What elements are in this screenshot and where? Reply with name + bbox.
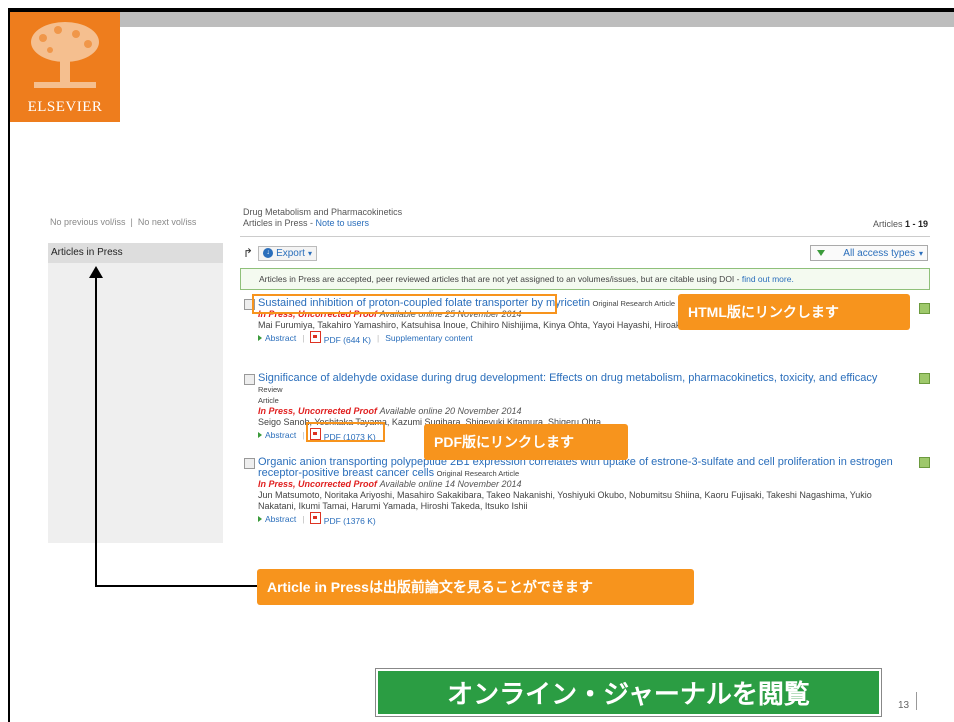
access-label: All access types [843, 247, 915, 259]
pin-icon[interactable]: ↱ [243, 246, 253, 260]
article-type-cont: Article [258, 396, 279, 405]
article-links: Abstract | PDF (644 K) | Supplementary c… [258, 331, 744, 346]
section-label: Articles in Press - [243, 218, 316, 228]
html-callout: HTML版にリンクします [678, 294, 910, 330]
supplementary-link[interactable]: Supplementary content [385, 333, 472, 344]
separator: | [377, 333, 380, 343]
nav-separator: | [130, 217, 133, 227]
export-toolbar: ↱ ↓ Export ▾ [243, 245, 317, 261]
pdf-link[interactable]: PDF (644 K) [310, 331, 371, 346]
article-authors: Jun Matsumoto, Noritaka Ariyoshi, Masahi… [258, 490, 872, 500]
article-item: Organic anion transporting polypeptide 2… [244, 457, 904, 527]
export-label: Export [276, 247, 305, 259]
separator: | [302, 333, 305, 343]
page-number: 13 [898, 700, 910, 711]
arrow-line [95, 276, 97, 587]
volume-nav: No previous vol/iss | No next vol/iss [50, 217, 196, 227]
prev-vol-link[interactable]: No previous vol/iss [50, 217, 126, 227]
abstract-label: Abstract [265, 430, 297, 440]
count-prefix: Articles [872, 219, 905, 229]
chevron-down-icon: ▾ [307, 248, 312, 258]
html-link-highlight [252, 294, 557, 314]
in-press-label: In Press, Uncorrected Proof [258, 406, 378, 416]
count-range: 1 - 19 [904, 219, 928, 229]
page-divider [916, 692, 917, 710]
article-in-press-callout: Article in Pressは出版前論文を見ることができます [257, 569, 694, 605]
articles-in-press-notice: Articles in Press are accepted, peer rev… [240, 268, 930, 290]
journal-header: Drug Metabolism and Pharmacokinetics Art… [243, 207, 402, 229]
document-icon[interactable] [919, 373, 930, 384]
find-out-more-link[interactable]: find out more. [742, 274, 794, 284]
abstract-link[interactable]: Abstract [258, 514, 296, 525]
pdf-link-highlight [306, 422, 385, 442]
article-title-link-cont[interactable]: receptor-positive breast cancer cells [258, 467, 434, 479]
article-checkbox[interactable] [244, 458, 255, 469]
notice-text: Articles in Press are accepted, peer rev… [259, 274, 742, 284]
divider [240, 236, 930, 237]
abstract-link[interactable]: Abstract [258, 333, 296, 344]
expand-icon [258, 516, 262, 522]
filter-icon [817, 250, 825, 256]
document-icon[interactable] [919, 303, 930, 314]
article-type: Original Research Article [436, 469, 520, 478]
article-authors-cont: Nakatani, Ikumi Tamai, Harumi Yamada, Hi… [258, 501, 528, 511]
sidebar-item-label: Articles in Press [51, 247, 123, 258]
export-button[interactable]: ↓ Export ▾ [258, 245, 317, 261]
pdf-callout: PDF版にリンクします [424, 424, 628, 460]
journal-name: Drug Metabolism and Pharmacokinetics [243, 207, 403, 217]
slide-title: オンライン・ジャーナルを閲覧 [375, 668, 882, 717]
separator: | [302, 514, 305, 524]
next-vol-link[interactable]: No next vol/iss [138, 217, 197, 227]
chevron-down-icon: ▾ [918, 248, 923, 258]
document-icon[interactable] [919, 457, 930, 468]
pdf-icon [310, 331, 322, 343]
pdf-link[interactable]: PDF (1376 K) [310, 512, 376, 527]
separator: | [302, 430, 305, 440]
abstract-label: Abstract [265, 333, 297, 343]
sidebar-item-articles-in-press[interactable]: Articles in Press [48, 243, 223, 263]
elsevier-logo: ELSEVIER [10, 12, 120, 122]
article-type: Review [258, 385, 283, 394]
article-title-link[interactable]: Significance of aldehyde oxidase during … [258, 372, 877, 384]
note-to-users-link[interactable]: Note to users [316, 218, 370, 228]
expand-icon [258, 432, 262, 438]
abstract-label: Abstract [265, 514, 297, 524]
pdf-label: PDF (644 K) [323, 335, 372, 345]
access-type-filter[interactable]: All access types ▾ [810, 245, 928, 261]
export-icon: ↓ [263, 248, 274, 258]
logo-text: ELSEVIER [27, 99, 103, 115]
article-checkbox[interactable] [244, 374, 255, 385]
arrow-line [95, 585, 257, 587]
available-date: Available online 14 November 2014 [379, 479, 522, 489]
article-links: Abstract | PDF (1376 K) [258, 512, 904, 527]
expand-icon [258, 335, 262, 341]
pdf-label: PDF (1376 K) [323, 516, 376, 526]
abstract-link[interactable]: Abstract [258, 430, 296, 441]
sidebar [48, 243, 223, 543]
pdf-icon [310, 512, 322, 524]
in-press-label: In Press, Uncorrected Proof [258, 479, 378, 489]
article-type: Original Research Article [592, 299, 676, 308]
articles-count: Articles 1 - 19 [873, 219, 928, 229]
article-authors: Mai Furumiya, Takahiro Yamashiro, Katsuh… [258, 320, 710, 330]
slide-header-bar [120, 12, 954, 27]
tree-icon [31, 22, 99, 88]
available-date: Available online 20 November 2014 [379, 406, 522, 416]
